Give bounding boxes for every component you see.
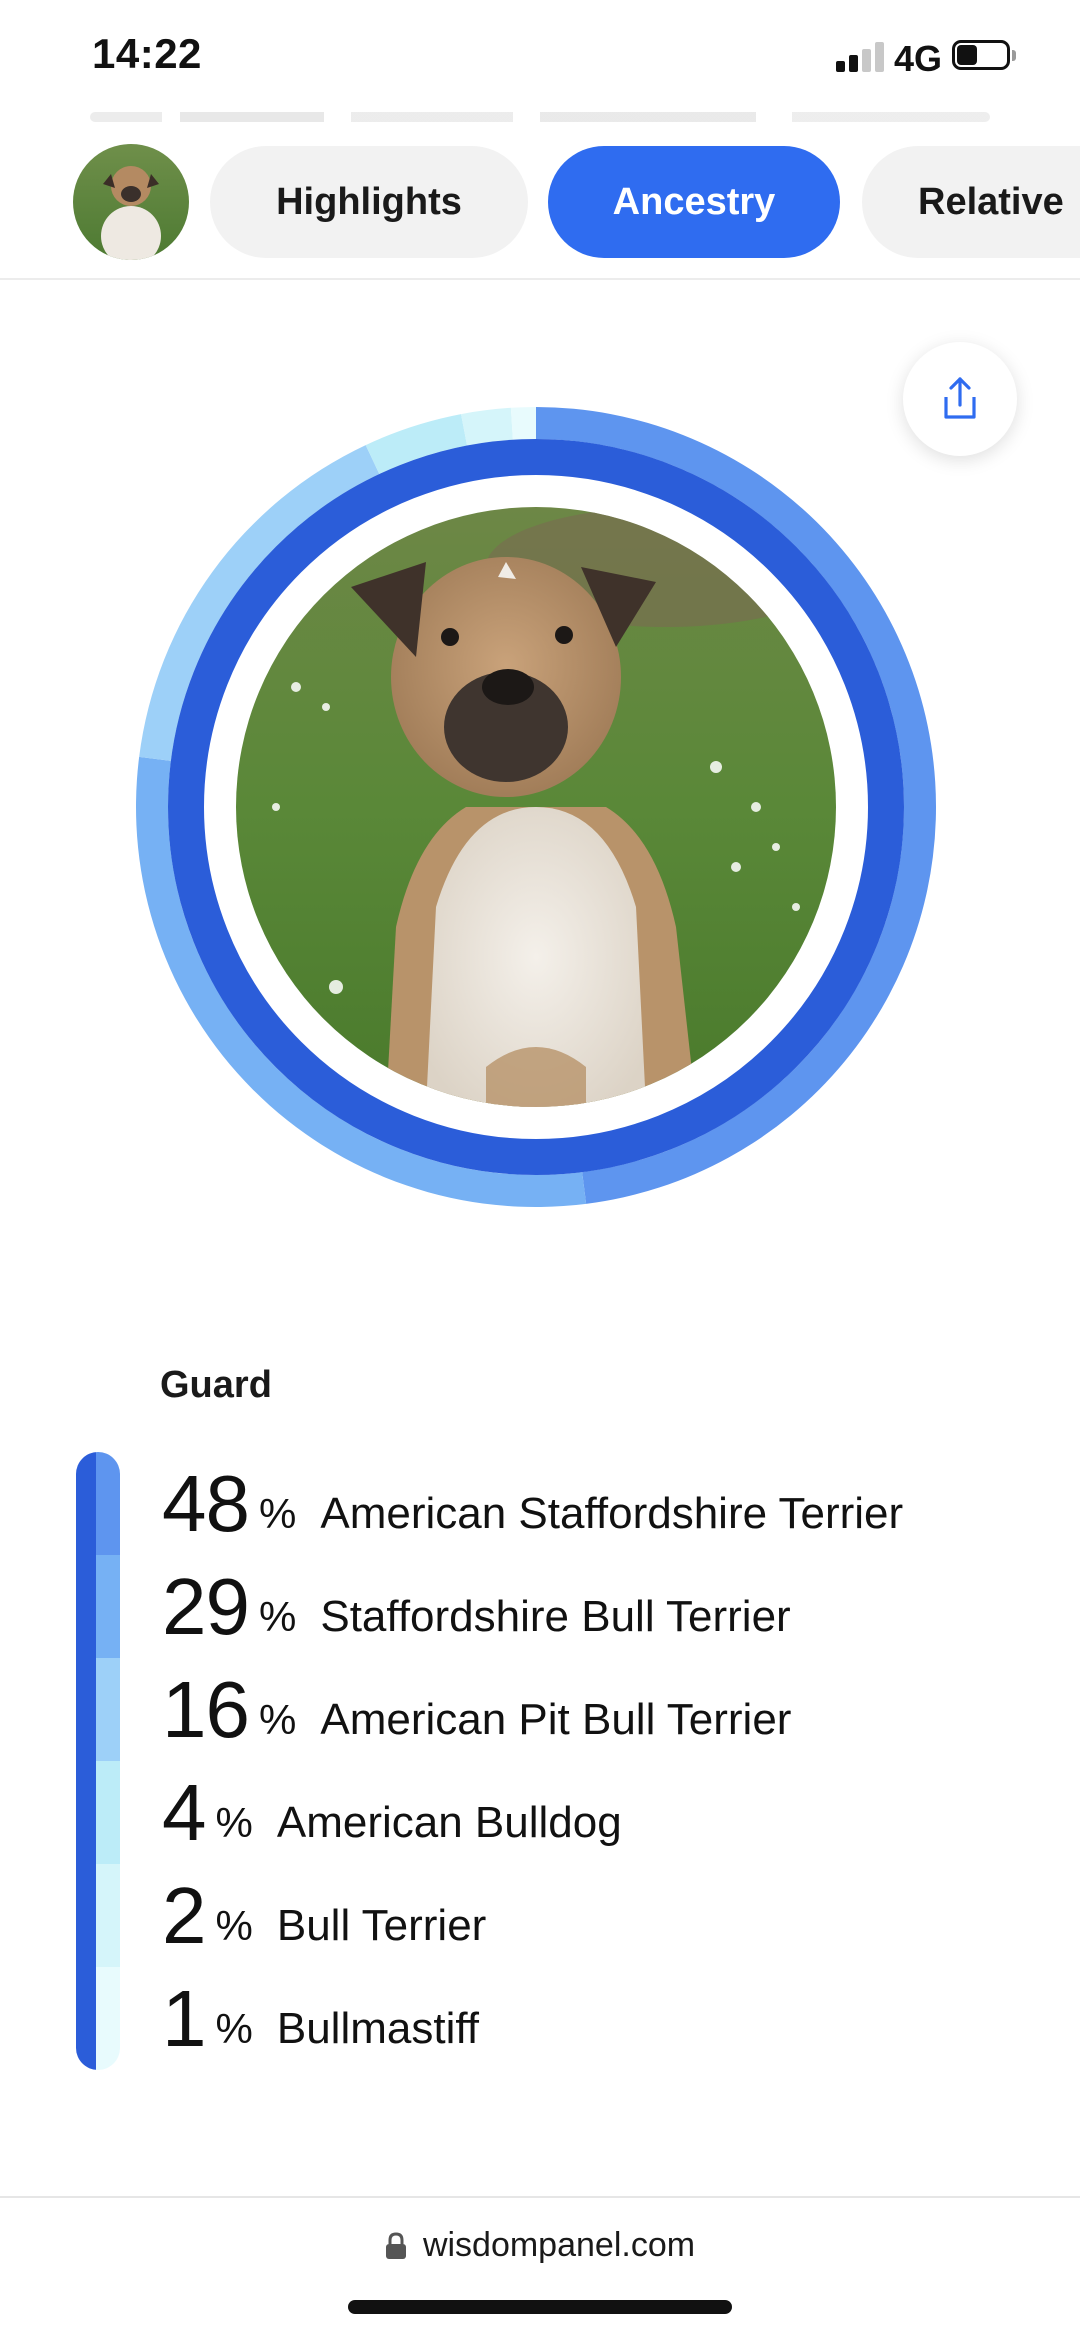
breed-bar-segment-1: [76, 1452, 120, 1555]
breed-percentage: 29: [162, 1561, 250, 1651]
dog-photo-image: [236, 507, 836, 1107]
breed-name: Staffordshire Bull Terrier: [320, 1591, 791, 1641]
percent-sign: %: [215, 2004, 253, 2052]
url-text: wisdompanel.com: [422, 2226, 696, 2264]
breed-bar-segment-5: [76, 1864, 120, 1967]
share-icon: [944, 377, 976, 419]
breed-name: Bullmastiff: [276, 2003, 480, 2053]
ring-segment-6: [510, 407, 536, 440]
breed-bar-segment-6: [76, 1967, 120, 2070]
percent-sign: %: [258, 1489, 297, 1537]
home-indicator[interactable]: [348, 2300, 732, 2314]
section-title: Guard: [160, 1364, 272, 1406]
breed-row: 29 % Staffordshire Bull Terrier: [162, 1555, 1062, 1658]
battery-level: [957, 45, 977, 65]
breed-name: Bull Terrier: [276, 1900, 487, 1950]
network-label: 4G: [894, 38, 943, 79]
status-bar: 14:22 4G: [0, 0, 1080, 110]
breed-percentage: 1: [162, 1973, 206, 2063]
tab-ancestry[interactable]: Ancestry: [548, 146, 840, 258]
dog-avatar[interactable]: [73, 144, 189, 260]
screen: 14:22 4G Highlights Ancestry Relative Gu…: [0, 0, 1080, 2338]
breed-row: 16 % American Pit Bull Terrier: [162, 1658, 1062, 1761]
breed-row: 48 % American Staffordshire Terrier: [162, 1452, 1062, 1555]
percent-sign: %: [258, 1695, 297, 1743]
breed-percentage: 4: [162, 1767, 206, 1857]
breed-name: American Bulldog: [276, 1797, 622, 1847]
breed-percentage: 48: [162, 1458, 250, 1548]
breed-name: American Pit Bull Terrier: [320, 1694, 792, 1744]
dog-avatar-image: [73, 144, 189, 260]
breed-bar-segment-3: [76, 1658, 120, 1761]
url-bar[interactable]: wisdompanel.com: [0, 2226, 1080, 2265]
breed-bar-segment-2: [76, 1555, 120, 1658]
lock-icon: [385, 2231, 406, 2259]
dog-photo: [236, 507, 836, 1107]
ring-segment-5: [461, 407, 513, 446]
battery-icon: [952, 40, 1018, 72]
breed-row: 2 % Bull Terrier: [162, 1864, 1062, 1967]
scrolled-content-residue: [90, 112, 990, 122]
breed-color-bar: [76, 1452, 120, 2070]
tab-bar: Highlights Ancestry Relative: [0, 140, 1080, 280]
percent-sign: %: [258, 1592, 297, 1640]
browser-footer: wisdompanel.com: [0, 2196, 1080, 2338]
breed-row: 4 % American Bulldog: [162, 1761, 1062, 1864]
percent-sign: %: [215, 1798, 253, 1846]
status-time: 14:22: [92, 30, 202, 77]
tab-relatives[interactable]: Relative: [862, 146, 1080, 258]
breed-percentage: 2: [162, 1870, 206, 1960]
breed-row: 1 % Bullmastiff: [162, 1967, 1062, 2070]
breed-bar-segment-4: [76, 1761, 120, 1864]
signal-icon: [836, 42, 888, 72]
breed-percentage: 16: [162, 1664, 250, 1754]
breed-name: American Staffordshire Terrier: [320, 1488, 904, 1538]
tab-highlights[interactable]: Highlights: [210, 146, 528, 258]
percent-sign: %: [215, 1901, 253, 1949]
